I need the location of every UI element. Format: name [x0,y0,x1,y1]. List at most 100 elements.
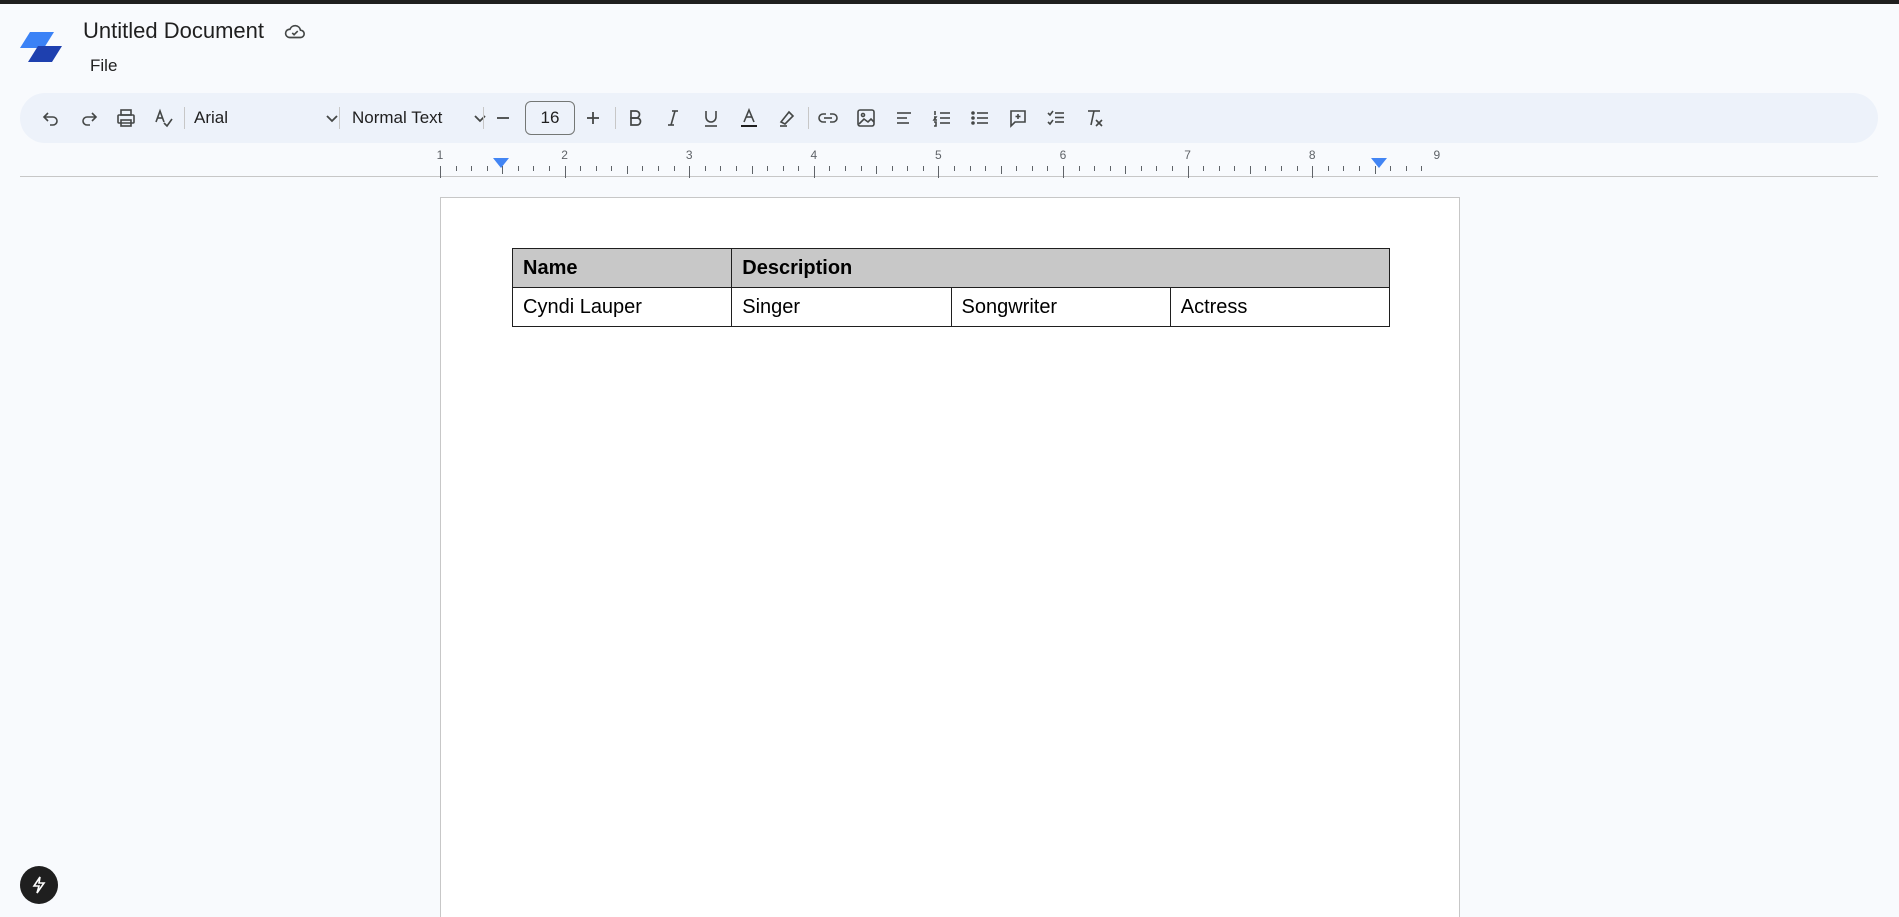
ruler-tick [580,166,582,171]
insert-link-button[interactable] [815,93,841,143]
bulleted-list-icon [971,111,988,125]
undo-button[interactable] [38,93,64,143]
table-cell[interactable]: Actress [1169,287,1391,327]
ruler-tick [969,166,971,171]
clear-formatting-button[interactable] [1081,93,1107,143]
ruler-tick [486,166,488,171]
table-header-cell-description[interactable]: Description [731,248,1390,288]
bulleted-list-button[interactable] [967,93,993,143]
ruler-tick [1421,166,1423,171]
ruler-tick [922,166,924,171]
ruler-tick [1374,166,1376,174]
ruler-tick [689,166,691,178]
cloud-saved-icon[interactable] [284,22,306,42]
ruler-tick [1234,166,1236,171]
ruler-tick [782,166,784,171]
right-indent-marker[interactable] [1371,158,1387,168]
menu-file[interactable]: File [82,54,125,78]
chevron-down-icon [474,115,486,123]
ruler-tick [1016,166,1018,171]
checklist-button[interactable] [1043,93,1069,143]
table-cell[interactable]: Songwriter [950,287,1171,327]
ruler-tick [735,166,737,171]
clear-format-icon [1088,110,1103,127]
ruler-tick [611,166,613,171]
print-icon [117,109,135,127]
ruler-tick [860,166,862,171]
comment-icon [1010,110,1026,128]
add-comment-button[interactable] [1005,93,1031,143]
ruler-number: 8 [1308,148,1316,162]
font-family-select[interactable]: Arial [182,93,352,143]
document-page[interactable]: Name Description Cyndi Lauper Singer Son… [440,197,1460,917]
highlight-icon [779,110,795,127]
ruler-number: 4 [810,148,818,162]
print-button[interactable] [113,93,139,143]
toolbar-separator [808,107,809,129]
table-cell[interactable]: Cyndi Lauper [511,287,733,327]
ruler-number: 7 [1184,148,1191,162]
paragraph-style-select[interactable]: Normal Text [340,93,498,143]
ruler-tick [1203,166,1205,171]
quick-action-button[interactable] [20,866,58,904]
checklist-icon [1047,110,1064,126]
ruler-tick [1094,166,1096,171]
ruler-tick [626,166,628,174]
bold-icon [630,110,642,126]
ruler-tick [1343,166,1345,171]
ruler-tick [938,166,940,178]
table-cell[interactable]: Singer [731,287,952,327]
font-family-value: Arial [194,108,229,127]
ruler-tick [1312,166,1314,178]
highlight-button[interactable] [774,93,800,143]
bold-button[interactable] [622,93,648,143]
window-top-bar [0,0,1899,4]
ruler-tick [1296,166,1298,171]
ruler-tick [1327,166,1329,171]
underline-button[interactable] [698,93,724,143]
ruler-tick [1405,166,1407,171]
ruler-tick [1172,166,1174,171]
underline-icon [705,111,717,127]
horizontal-ruler[interactable]: 1 2 3 4 5 6 7 8 9 [436,146,1460,186]
ruler-tick [953,166,955,171]
numbered-list-button[interactable] [929,93,955,143]
numbered-list-icon [932,111,950,127]
table-header-row: Name Description [511,248,1390,288]
app-logo-icon[interactable] [20,32,64,64]
ruler-tick [1031,166,1033,171]
toolbar: Arial Normal Text 16 [20,93,1878,143]
ruler-tick [440,166,441,178]
increase-font-size-button[interactable] [580,93,606,143]
insert-image-button[interactable] [853,93,879,143]
ruler-number: 5 [935,148,942,162]
text-color-button[interactable] [736,93,762,143]
decrease-font-size-button[interactable] [490,93,516,143]
toolbar-separator [483,107,484,129]
ruler-tick [517,166,519,171]
redo-button[interactable] [76,93,102,143]
table-row: Cyndi Lauper Singer Songwriter Actress [511,287,1391,327]
ruler-tick [891,166,893,171]
document-table[interactable]: Name Description Cyndi Lauper Singer Son… [511,248,1391,327]
font-size-input[interactable]: 16 [525,101,575,135]
spellcheck-button[interactable] [151,93,177,143]
ruler-tick [455,166,457,171]
ruler-tick [502,166,504,174]
table-header-cell-name[interactable]: Name [511,248,733,288]
document-title[interactable]: Untitled Document [83,18,264,44]
image-icon [857,109,875,127]
decrease-size-icon [497,117,509,119]
ruler-tick [1265,166,1267,171]
ruler-tick [985,166,987,171]
ruler-tick [642,166,644,171]
ruler-number: 1 [436,148,444,162]
lightning-bolt-icon [32,876,46,894]
ruler-tick [751,166,753,174]
ruler-tick [1281,166,1283,171]
ruler-tick [1125,166,1127,174]
align-button[interactable] [891,93,917,143]
left-indent-marker[interactable] [493,158,509,168]
italic-button[interactable] [660,93,686,143]
ruler-tick [1078,166,1080,171]
